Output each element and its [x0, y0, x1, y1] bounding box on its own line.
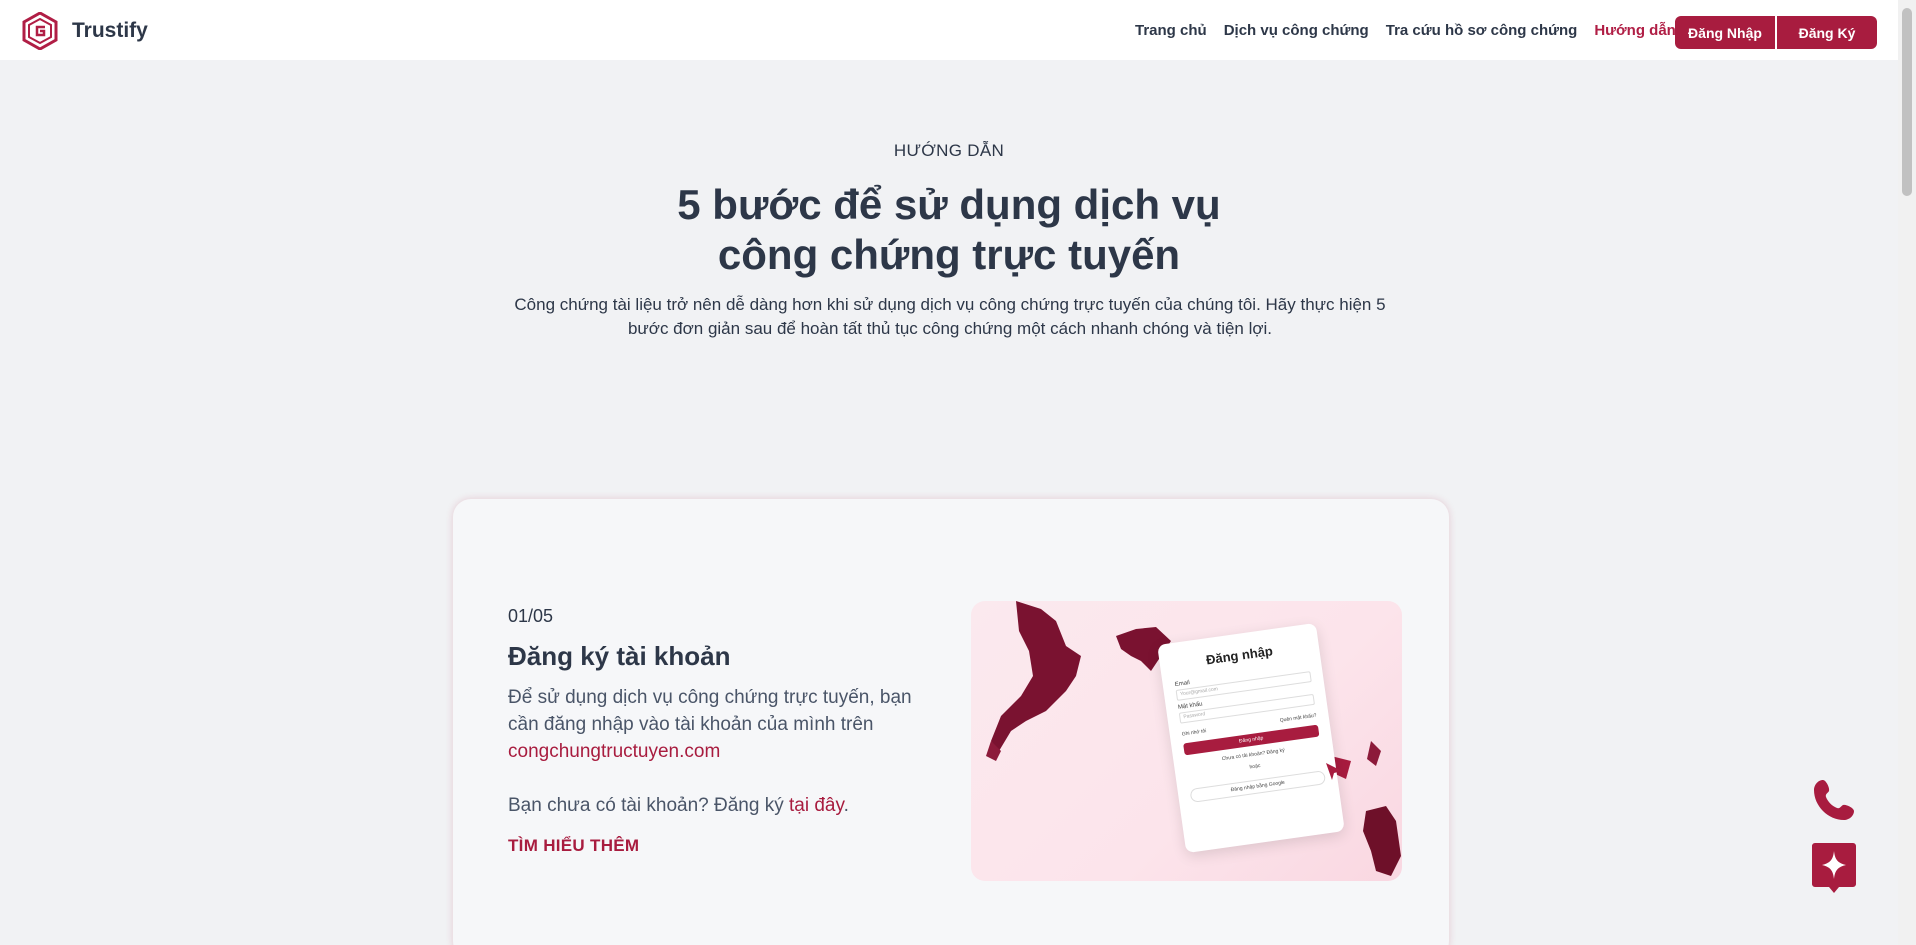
scrollbar[interactable]: [1898, 0, 1916, 945]
login-form-mockup: Đăng nhập Email Your@gmail.com Mật khẩu …: [1157, 622, 1345, 854]
cursor-icon: [1326, 763, 1342, 780]
step-illustration: Đăng nhập Email Your@gmail.com Mật khẩu …: [971, 601, 1402, 881]
step-title: Đăng ký tài khoản: [508, 641, 731, 671]
login-button[interactable]: Đăng Nhập: [1675, 16, 1775, 49]
page-title: 5 bước để sử dụng dịch vụ công chứng trự…: [0, 180, 1898, 280]
step-description: Để sử dụng dịch vụ công chứng trực tuyến…: [508, 684, 938, 765]
register-button[interactable]: Đăng Ký: [1777, 16, 1877, 49]
main-nav: Trang chủ Dịch vụ công chứng Tra cứu hồ …: [1135, 22, 1693, 39]
register-prompt: Bạn chưa có tài khoản? Đăng ký tại đây.: [508, 792, 938, 819]
nav-item-notary-services[interactable]: Dịch vụ công chứng: [1224, 22, 1369, 39]
section-eyebrow: HƯỚNG DẪN: [893, 141, 1005, 160]
learn-more-link[interactable]: TÌM HIỂU THÊM: [508, 836, 639, 856]
register-prompt-text: Bạn chưa có tài khoản? Đăng ký: [508, 795, 790, 816]
nav-item-home[interactable]: Trang chủ: [1135, 22, 1207, 39]
nav-item-lookup[interactable]: Tra cứu hồ sơ công chứng: [1386, 22, 1578, 39]
brand-name: Trustify: [72, 19, 148, 42]
mock-remember: Ghi nhớ tôi: [1181, 728, 1207, 738]
phone-icon[interactable]: [1810, 776, 1858, 824]
page-description: Công chứng tài liệu trở nên dễ dàng hơn …: [514, 295, 1386, 338]
trustify-logo-icon: [22, 12, 58, 50]
website-link[interactable]: congchungtructuyen.com: [508, 741, 720, 762]
register-here-link[interactable]: tại đây: [789, 795, 844, 816]
page-title-line-1: 5 bước để sử dụng dịch vụ: [677, 181, 1221, 228]
step-number: 01/05: [508, 606, 554, 626]
register-prompt-suffix: .: [843, 795, 849, 816]
site-header: Trustify Trang chủ Dịch vụ công chứng Tr…: [0, 0, 1898, 60]
brand[interactable]: Trustify: [22, 12, 148, 50]
step-description-text: Để sử dụng dịch vụ công chứng trực tuyến…: [508, 687, 912, 735]
scrollbar-thumb[interactable]: [1902, 8, 1912, 196]
mock-forgot: Quên mật khẩu?: [1279, 712, 1317, 724]
nav-item-guide[interactable]: Hướng dẫn: [1594, 22, 1676, 39]
page-title-line-2: công chứng trực tuyến: [717, 231, 1181, 278]
sparkle-chat-icon[interactable]: [1812, 843, 1856, 895]
